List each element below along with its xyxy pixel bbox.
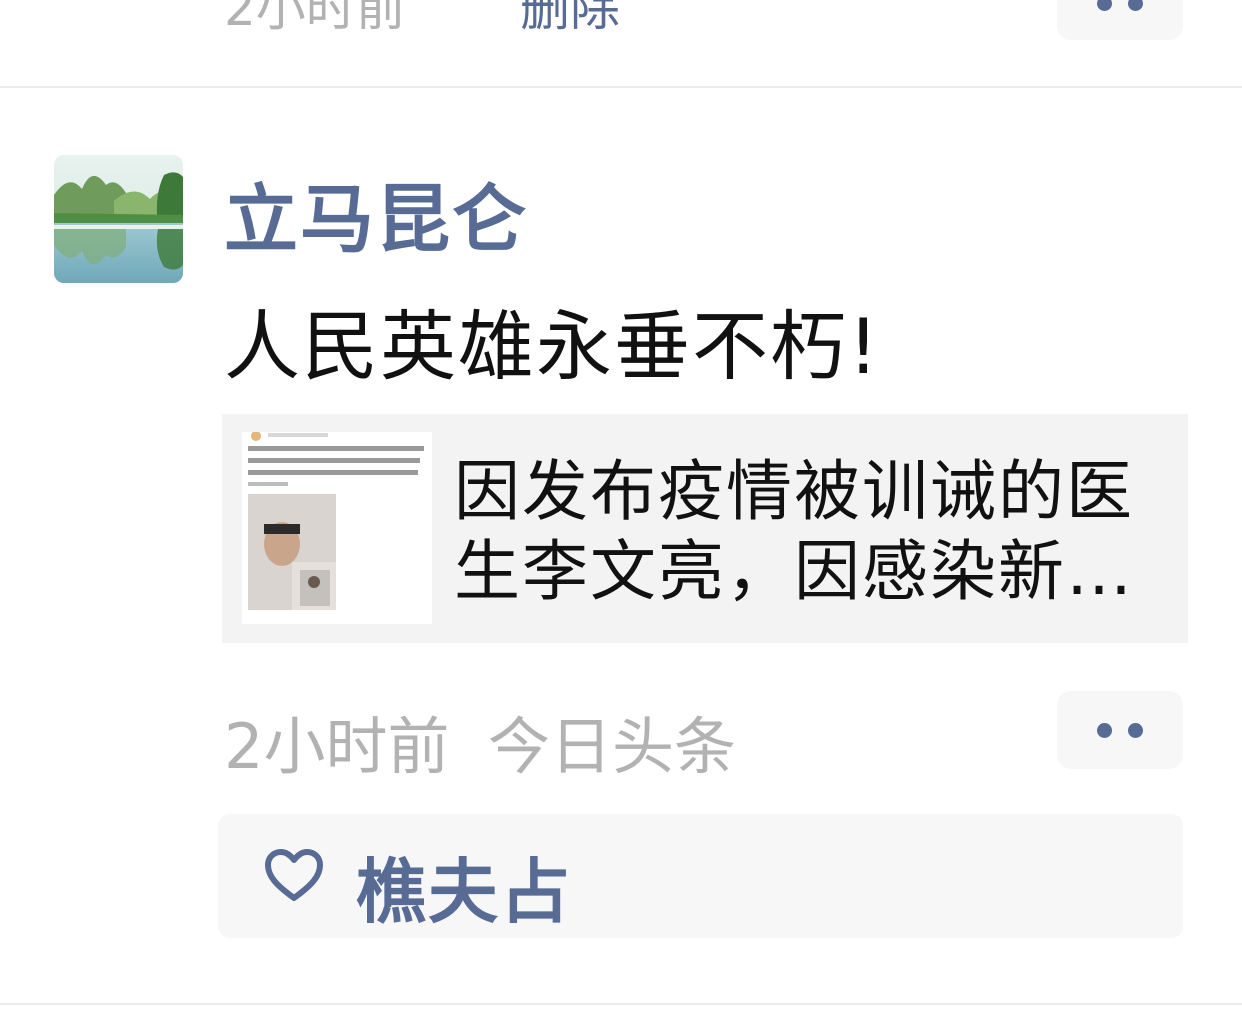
news-screenshot-thumbnail — [242, 432, 432, 624]
more-dot-icon — [1128, 722, 1143, 738]
post-time: 2小时前 — [224, 710, 450, 783]
post-divider — [0, 1003, 1242, 1005]
post-text: 人民英雄永垂不朽! — [224, 302, 881, 391]
link-thumbnail — [242, 432, 432, 624]
link-title: 因发布疫情被训诫的医生李文亮，因感染新… — [454, 453, 1134, 610]
avatar[interactable] — [54, 155, 183, 283]
shared-link-card[interactable]: 因发布疫情被训诫的医生李文亮，因感染新… — [222, 414, 1188, 643]
delete-link[interactable]: 删除 — [520, 0, 620, 40]
previous-post-more-button[interactable] — [1057, 0, 1183, 40]
liker-name[interactable]: 樵夫占 — [356, 836, 572, 937]
previous-post-meta: 2小时前 删除 — [0, 0, 1242, 86]
post-divider — [0, 86, 1242, 88]
author-nickname[interactable]: 立马昆仑 — [224, 160, 528, 267]
more-dot-icon — [1128, 0, 1143, 11]
post-source[interactable]: 今日头条 — [488, 696, 736, 786]
more-dot-icon — [1097, 0, 1112, 11]
heart-icon — [265, 849, 323, 901]
more-button[interactable] — [1057, 691, 1183, 769]
more-dot-icon — [1097, 722, 1112, 738]
likes-bar: 樵夫占 — [218, 814, 1183, 938]
previous-post-time: 2小时前 — [224, 0, 406, 37]
landscape-avatar-icon — [54, 155, 183, 283]
